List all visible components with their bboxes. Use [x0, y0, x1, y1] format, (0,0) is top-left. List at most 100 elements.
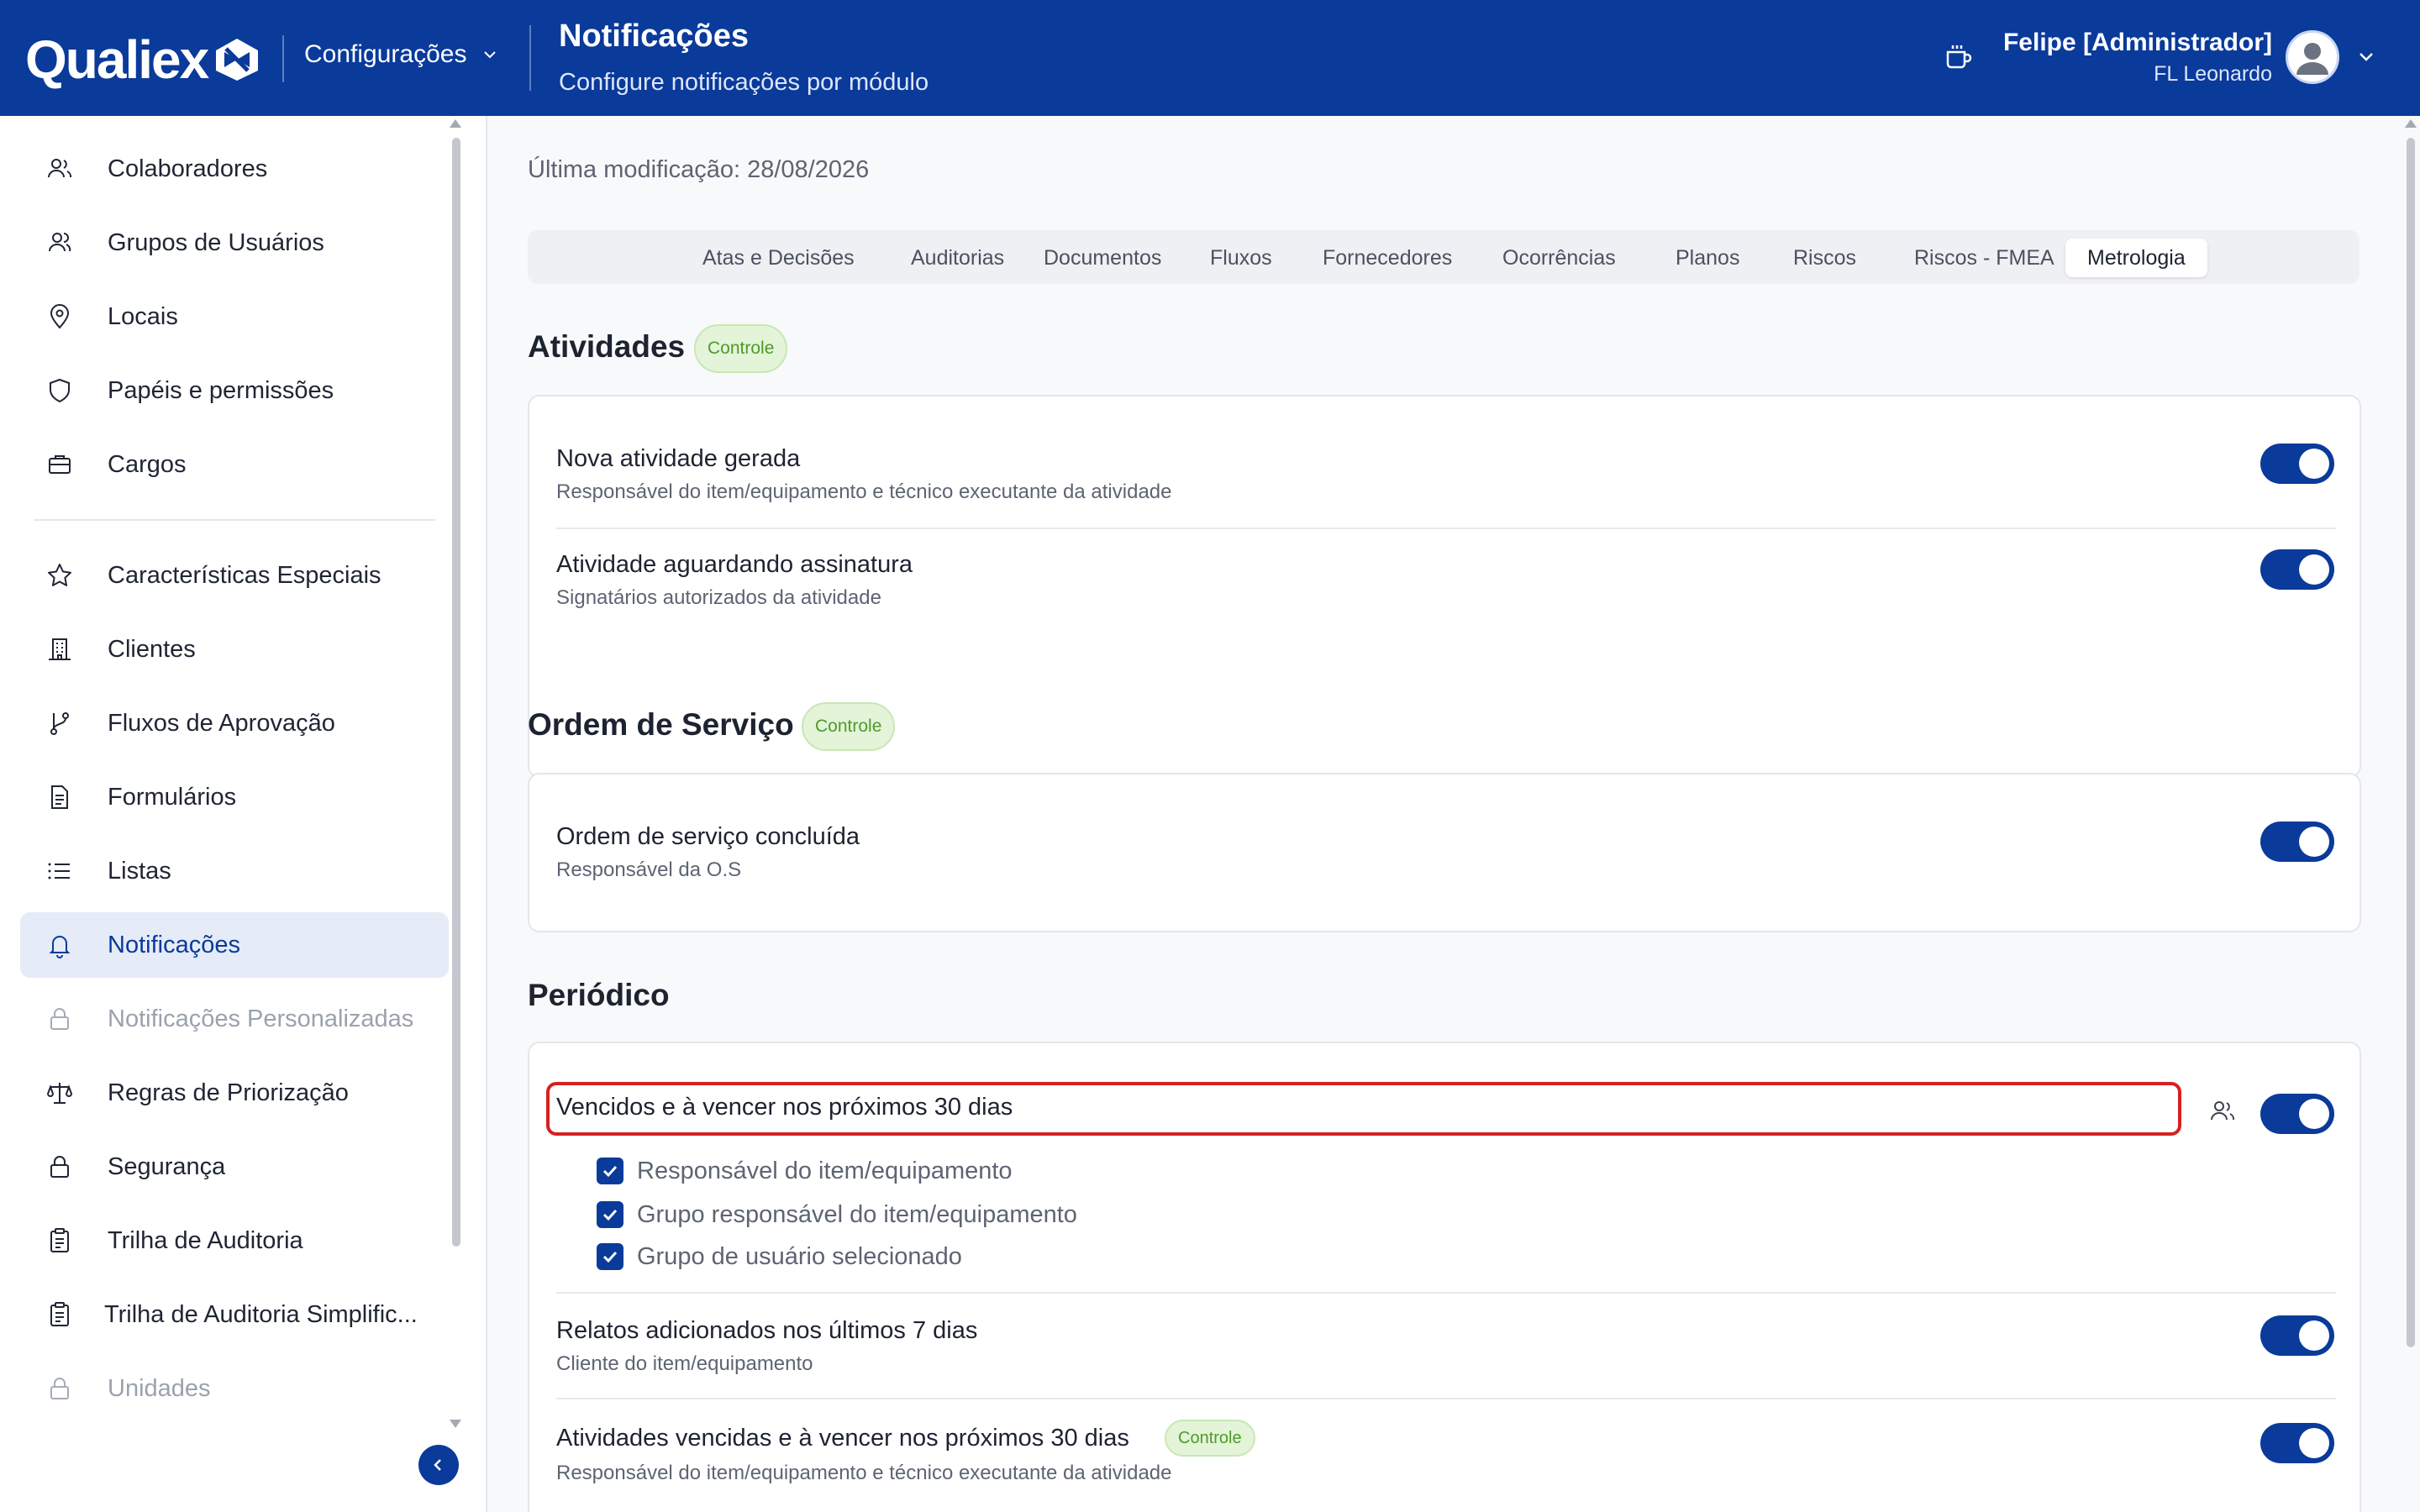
tab-atas-e-decisoes[interactable]: Atas e Decisões	[681, 239, 876, 277]
toggle-nova-atividade[interactable]	[2260, 444, 2334, 484]
toggle-knob	[2299, 554, 2329, 585]
row-divider	[556, 1398, 2336, 1399]
checkbox-grupo-responsavel[interactable]	[597, 1201, 623, 1228]
row-title: Nova atividade gerada	[556, 445, 801, 472]
sidebar: Colaboradores Grupos de Usuários Locais …	[0, 116, 487, 1512]
tab-fluxos[interactable]: Fluxos	[1188, 239, 1294, 277]
checkmark-icon	[602, 1251, 618, 1263]
user-avatar-icon	[2296, 43, 2328, 75]
sidebar-item-papeis-e-permissoes[interactable]: Papéis e permissões	[20, 358, 449, 423]
toggle-relatos-adicionados[interactable]	[2260, 1315, 2334, 1356]
chevron-down-icon	[484, 51, 497, 59]
scroll-down-arrow[interactable]	[450, 1420, 461, 1428]
sidebar-item-label: Segurança	[108, 1152, 226, 1180]
collapse-sidebar-button[interactable]	[418, 1445, 459, 1485]
clipboard-icon	[50, 1228, 69, 1252]
sidebar-item-label: Notificações	[108, 931, 240, 958]
sidebar-item-locais[interactable]: Locais	[20, 284, 449, 349]
last-modified-text: Última modificação: 28/08/2026	[528, 156, 870, 183]
chevron-left-icon	[434, 1459, 441, 1471]
building-icon	[49, 638, 71, 660]
checkbox-responsavel-item[interactable]	[597, 1158, 623, 1184]
toggle-knob	[2299, 827, 2329, 857]
tab-ocorrencias[interactable]: Ocorrências	[1481, 239, 1638, 277]
row-divider	[556, 528, 2336, 529]
row-title: Relatos adicionados nos últimos 7 dias	[556, 1317, 978, 1344]
sidebar-item-trilha-de-auditoria[interactable]: Trilha de Auditoria	[20, 1208, 449, 1273]
sidebar-item-label: Fluxos de Aprovação	[108, 709, 335, 737]
row-title: Atividades vencidas e à vencer nos próxi…	[556, 1425, 1129, 1452]
tab-metrologia[interactable]: Metrologia	[2065, 239, 2207, 277]
section-title-ordem-de-servico: Ordem de Serviço	[528, 707, 794, 742]
toggle-knob	[2299, 449, 2329, 479]
tab-riscos[interactable]: Riscos	[1771, 239, 1878, 277]
checkmark-icon	[602, 1165, 618, 1178]
scale-icon	[46, 1083, 73, 1104]
toggle-vencidos-a-vencer[interactable]	[2260, 1094, 2334, 1134]
sidebar-item-label: Unidades	[108, 1374, 211, 1402]
avatar[interactable]	[2286, 30, 2339, 84]
sidebar-item-notificacoes[interactable]: Notificações	[20, 912, 449, 978]
row-title: Atividade aguardando assinatura	[556, 551, 913, 578]
users-icon	[48, 159, 72, 178]
sidebar-item-grupos-de-usuarios[interactable]: Grupos de Usuários	[20, 210, 449, 276]
sidebar-item-label: Notificações Personalizadas	[108, 1005, 414, 1032]
row-subtitle: Responsável da O.S	[556, 858, 742, 881]
controle-badge: Controle	[802, 702, 896, 751]
list-icon	[48, 863, 70, 879]
sidebar-item-fluxos-de-aprovacao[interactable]: Fluxos de Aprovação	[20, 690, 449, 756]
user-group-icon	[49, 233, 71, 252]
app-logo[interactable]: Qualiex	[25, 29, 260, 91]
controle-badge: Controle	[694, 324, 788, 373]
lock-icon	[50, 1378, 69, 1399]
sidebar-item-clientes[interactable]: Clientes	[20, 617, 449, 682]
sidebar-item-listas[interactable]: Listas	[20, 838, 449, 904]
coffee-icon[interactable]	[1943, 40, 1975, 72]
sidebar-scrollbar[interactable]	[452, 138, 460, 1247]
toggle-atividade-aguardando-assinatura[interactable]	[2260, 549, 2334, 590]
section-title-atividades: Atividades	[528, 329, 686, 364]
sidebar-divider	[34, 519, 435, 521]
sidebar-item-colaboradores[interactable]: Colaboradores	[20, 136, 449, 202]
bell-icon	[49, 936, 71, 958]
sidebar-item-label: Papéis e permissões	[108, 376, 334, 404]
sidebar-item-caracteristicas-especiais[interactable]: Características Especiais	[20, 543, 449, 608]
tab-documentos[interactable]: Documentos	[1022, 239, 1183, 277]
toggle-ordem-de-servico-concluida[interactable]	[2260, 822, 2334, 862]
main-content: Última modificação: 28/08/2026 Atas e De…	[489, 116, 2396, 1512]
main-scrollbar[interactable]	[2407, 138, 2415, 1347]
scroll-up-arrow[interactable]	[450, 119, 461, 128]
git-branch-icon	[50, 712, 69, 735]
sidebar-item-seguranca[interactable]: Segurança	[20, 1134, 449, 1200]
sidebar-item-label: Clientes	[108, 635, 196, 663]
module-selector[interactable]: Configurações	[304, 40, 498, 69]
user-name[interactable]: Felipe [Administrador]	[2003, 29, 2272, 57]
chevron-down-icon[interactable]	[2356, 49, 2376, 66]
sidebar-item-formularios[interactable]: Formulários	[20, 764, 449, 830]
sidebar-item-trilha-de-auditoria-simplificada[interactable]: Trilha de Auditoria Simplific...	[20, 1282, 449, 1347]
lock-icon	[50, 1156, 69, 1178]
checkbox-label: Responsável do item/equipamento	[637, 1158, 1013, 1184]
sidebar-item-cargos[interactable]: Cargos	[20, 432, 449, 497]
module-tabs: Atas e Decisões Auditorias Documentos Fl…	[528, 230, 2360, 284]
user-organization: FL Leonardo	[2154, 62, 2272, 86]
row-title: Ordem de serviço concluída	[556, 823, 860, 850]
header-divider	[529, 25, 531, 91]
sidebar-item-label: Formulários	[108, 783, 237, 811]
sidebar-item-label: Características Especiais	[108, 561, 381, 589]
checkbox-grupo-usuario-selecionado[interactable]	[597, 1243, 623, 1270]
controle-badge: Controle	[1165, 1420, 1255, 1457]
tab-planos[interactable]: Planos	[1654, 239, 1761, 277]
users-icon[interactable]	[2208, 1097, 2237, 1126]
tab-auditorias[interactable]: Auditorias	[889, 239, 1026, 277]
clipboard-icon	[50, 1302, 69, 1326]
module-label: Configurações	[304, 40, 467, 68]
sidebar-item-regras-de-priorizacao[interactable]: Regras de Priorização	[20, 1060, 449, 1126]
row-subtitle: Responsável do item/equipamento e técnic…	[556, 1462, 1172, 1484]
app-header: Qualiex Configurações Notificações Confi…	[0, 0, 2420, 116]
scroll-up-arrow[interactable]	[2405, 119, 2417, 128]
tab-riscos-fmea[interactable]: Riscos - FMEA	[1892, 239, 2076, 277]
sidebar-item-label: Trilha de Auditoria Simplific...	[104, 1300, 418, 1328]
tab-fornecedores[interactable]: Fornecedores	[1301, 239, 1474, 277]
toggle-atividades-vencidas[interactable]	[2260, 1423, 2334, 1463]
